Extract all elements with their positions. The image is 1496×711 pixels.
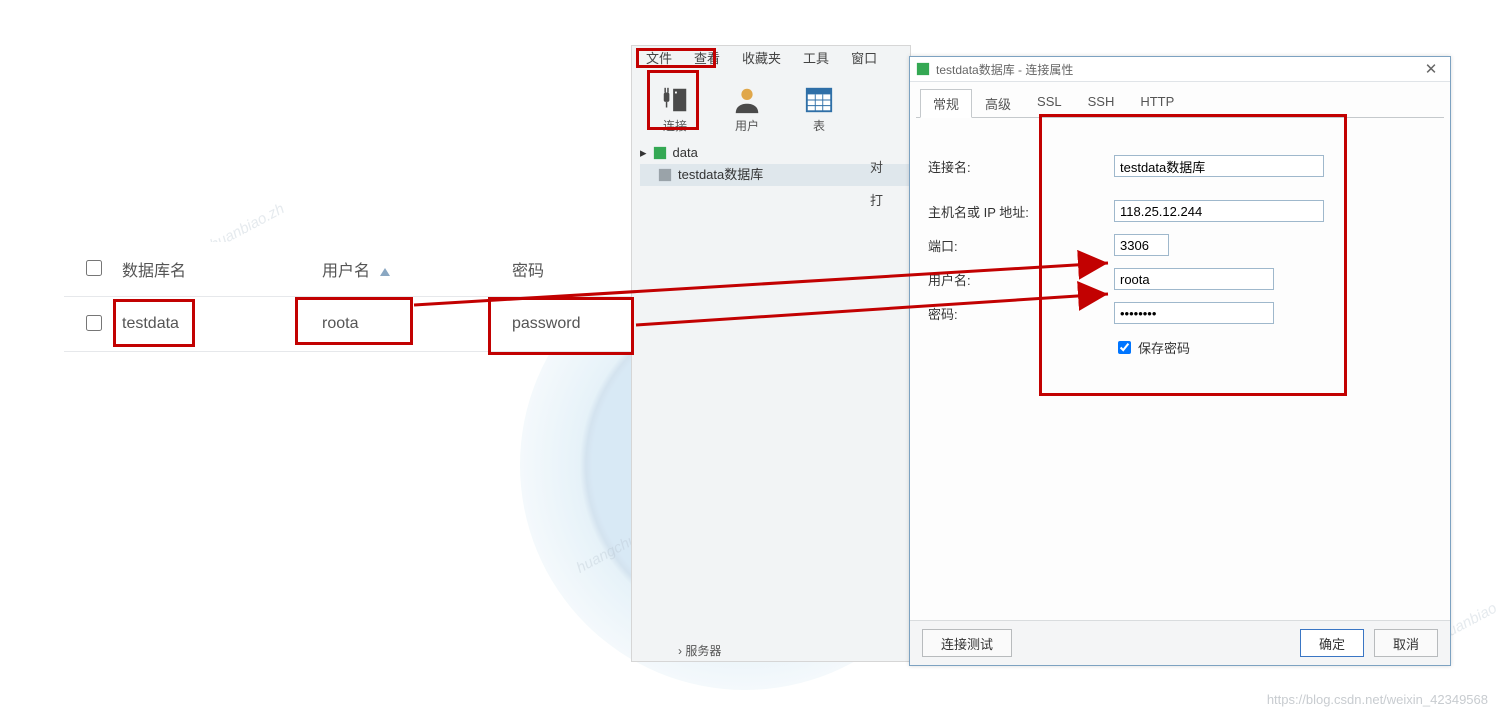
- table-icon: [804, 85, 834, 115]
- header-dbname[interactable]: 数据库名: [122, 257, 322, 281]
- general-form: 连接名: 主机名或 IP 地址: 端口: 用户名: 密码: 保存密码: [910, 118, 1450, 374]
- statusbar-servers: › 服务器: [678, 642, 721, 659]
- truncated-objects-label: 对: [870, 157, 883, 176]
- cell-username: roota: [322, 315, 512, 333]
- tab-advanced[interactable]: 高级: [972, 89, 1024, 118]
- truncated-opentable-label: 打: [870, 190, 883, 209]
- toolbar-table-label: 表: [813, 117, 825, 134]
- close-button[interactable]: ✕: [1412, 57, 1450, 81]
- connection-properties-dialog: testdata数据库 - 连接属性 ✕ 常规 高级 SSL SSH HTTP …: [909, 56, 1451, 666]
- label-save-password: 保存密码: [1138, 338, 1190, 357]
- select-all-checkbox[interactable]: [86, 260, 102, 276]
- row-user: 用户名:: [928, 262, 1432, 296]
- user-icon: [732, 85, 762, 115]
- toolbar-user-button[interactable]: 用户: [726, 74, 768, 136]
- row-host: 主机名或 IP 地址:: [928, 194, 1432, 228]
- toolbar: 连接 用户 表: [632, 72, 840, 136]
- dialog-footer: 连接测试 确定 取消: [910, 620, 1450, 665]
- row-port: 端口:: [928, 228, 1432, 262]
- test-connection-button[interactable]: 连接测试: [922, 629, 1012, 657]
- menu-tool[interactable]: 工具: [803, 48, 829, 67]
- close-icon: ✕: [1425, 60, 1438, 78]
- servers-label: 服务器: [685, 644, 721, 658]
- toolbar-table-button[interactable]: 表: [798, 74, 840, 136]
- plug-server-icon: [660, 85, 690, 115]
- db-credentials-table: 数据库名 用户名 密码 testdata roota password: [64, 242, 676, 352]
- toolbar-user-label: 用户: [735, 117, 759, 134]
- dialog-titlebar[interactable]: testdata数据库 - 连接属性 ✕: [910, 57, 1450, 82]
- input-port[interactable]: [1114, 234, 1169, 256]
- table-row[interactable]: testdata roota password: [64, 297, 676, 352]
- toolbar-connect-label: 连接: [663, 117, 687, 134]
- header-username[interactable]: 用户名: [322, 257, 512, 281]
- menu-fav[interactable]: 收藏夹: [742, 48, 781, 67]
- table-header-row: 数据库名 用户名 密码: [64, 242, 676, 297]
- menu-view[interactable]: 查看: [694, 48, 720, 67]
- row-checkbox[interactable]: [86, 315, 102, 331]
- cancel-button[interactable]: 取消: [1374, 629, 1438, 657]
- label-host: 主机名或 IP 地址:: [928, 202, 1114, 221]
- row-save-password: 保存密码: [928, 330, 1432, 364]
- header-username-label: 用户名: [322, 263, 370, 280]
- input-user[interactable]: [1114, 268, 1274, 290]
- tab-http[interactable]: HTTP: [1127, 89, 1187, 118]
- app-icon: [916, 62, 930, 76]
- toolbar-connect-button[interactable]: 连接: [654, 74, 696, 136]
- label-connection-name: 连接名:: [928, 157, 1114, 176]
- row-password: 密码:: [928, 296, 1432, 330]
- ok-button[interactable]: 确定: [1300, 629, 1364, 657]
- chevron-right-icon: ›: [678, 644, 682, 658]
- header-checkbox-cell: [64, 257, 122, 281]
- tab-ssh[interactable]: SSH: [1075, 89, 1128, 118]
- tree-item-label: testdata数据库: [678, 164, 763, 186]
- sort-ascending-icon: [380, 268, 390, 276]
- checkbox-save-password[interactable]: [1118, 341, 1131, 354]
- navicat-window: 文件 查看 收藏夹 工具 窗口 连接: [631, 45, 911, 662]
- label-user: 用户名:: [928, 270, 1114, 289]
- row-connection-name: 连接名:: [928, 138, 1432, 194]
- menubar: 文件 查看 收藏夹 工具 窗口: [632, 46, 877, 68]
- database-icon: [653, 146, 667, 160]
- chevron-right-icon: ▸: [640, 142, 647, 164]
- footer-watermark: https://blog.csdn.net/weixin_42349568: [1267, 692, 1488, 707]
- menu-file[interactable]: 文件: [646, 48, 672, 67]
- input-connection-name[interactable]: [1114, 155, 1324, 177]
- input-host[interactable]: [1114, 200, 1324, 222]
- tab-general[interactable]: 常规: [920, 89, 972, 118]
- menu-window[interactable]: 窗口: [851, 48, 877, 67]
- tree-item-label: data: [673, 142, 698, 164]
- cell-dbname: testdata: [122, 315, 322, 333]
- row-checkbox-cell: [64, 312, 122, 336]
- database-grey-icon: [658, 168, 672, 182]
- input-password[interactable]: [1114, 302, 1274, 324]
- dialog-title-text: testdata数据库 - 连接属性: [936, 61, 1073, 78]
- label-port: 端口:: [928, 236, 1114, 255]
- label-password: 密码:: [928, 304, 1114, 323]
- dialog-tabs: 常规 高级 SSL SSH HTTP: [910, 82, 1450, 117]
- tab-ssl[interactable]: SSL: [1024, 89, 1075, 118]
